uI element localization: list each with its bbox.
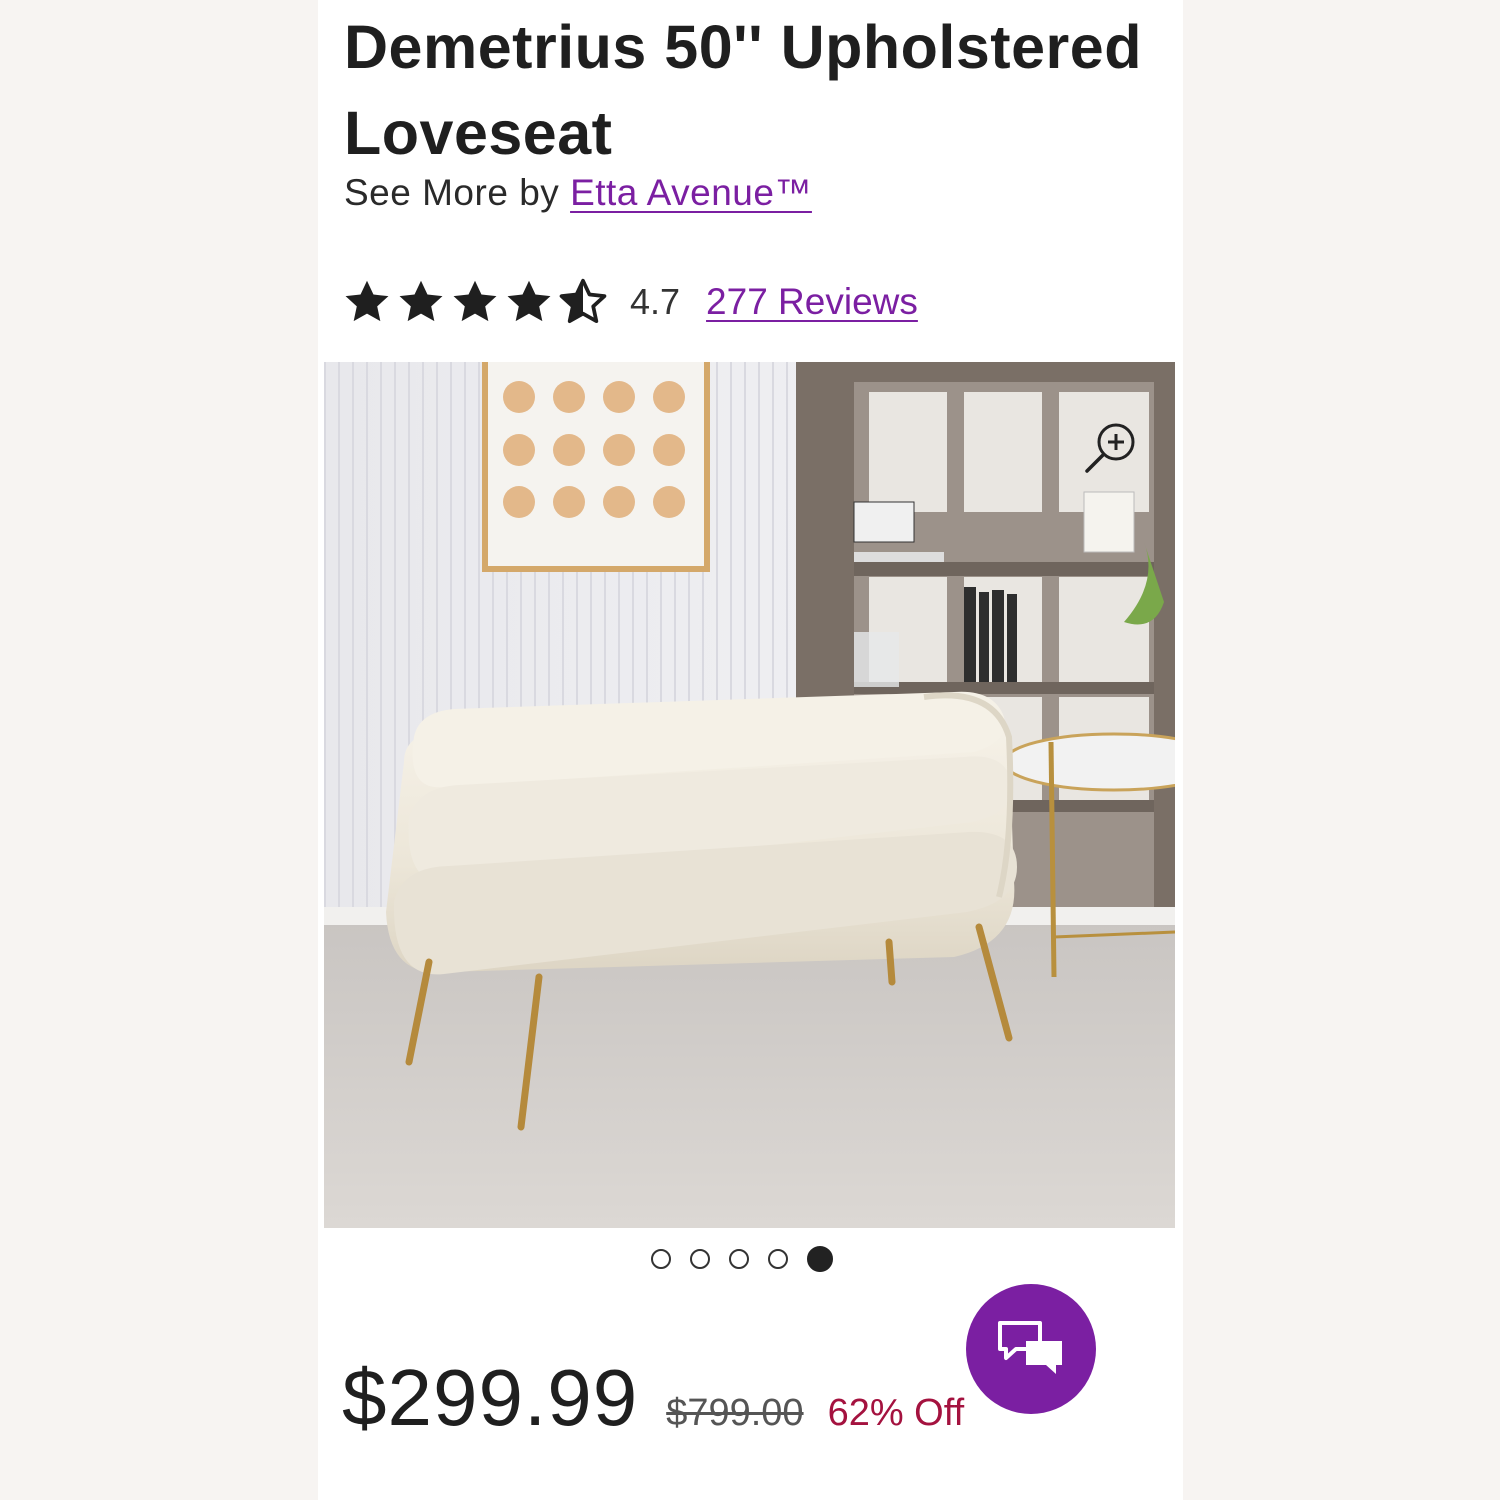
brand-prefix: See More by: [344, 172, 560, 213]
carousel-dot-5[interactable]: [807, 1246, 833, 1272]
carousel-dot-3[interactable]: [729, 1249, 749, 1269]
rating-value: 4.7: [630, 281, 681, 322]
brand-line: See More by Etta Avenue™: [344, 172, 812, 214]
price-row: $299.99 $799.00 62% Off: [342, 1352, 964, 1444]
carousel-dot-4[interactable]: [768, 1249, 788, 1269]
star-icon: [504, 277, 554, 327]
original-price: $799.00: [666, 1392, 804, 1434]
loveseat-photo: [324, 362, 1175, 1228]
discount-badge: 62% Off: [827, 1392, 965, 1434]
product-page: Demetrius 50'' Upholstered Loveseat See …: [318, 0, 1183, 1500]
chat-button[interactable]: [966, 1284, 1096, 1414]
star-icon: [396, 277, 446, 327]
carousel-dot-2[interactable]: [690, 1249, 710, 1269]
product-image[interactable]: [324, 362, 1175, 1228]
reviews-link[interactable]: 277 Reviews: [706, 281, 918, 323]
carousel-dot-1[interactable]: [651, 1249, 671, 1269]
chat-bubbles-icon: [998, 1321, 1062, 1374]
star-icon: [450, 277, 500, 327]
carousel-dots: [651, 1246, 833, 1272]
rating-row: 4.7 277 Reviews: [342, 274, 918, 330]
star-icon: [342, 277, 392, 327]
star-half-icon: [558, 277, 608, 327]
rating-stars: [342, 277, 608, 327]
brand-link[interactable]: Etta Avenue™: [570, 172, 812, 213]
zoom-in-icon[interactable]: [1081, 417, 1141, 477]
product-title: Demetrius 50'' Upholstered Loveseat: [344, 13, 1142, 167]
current-price: $299.99: [342, 1353, 639, 1442]
